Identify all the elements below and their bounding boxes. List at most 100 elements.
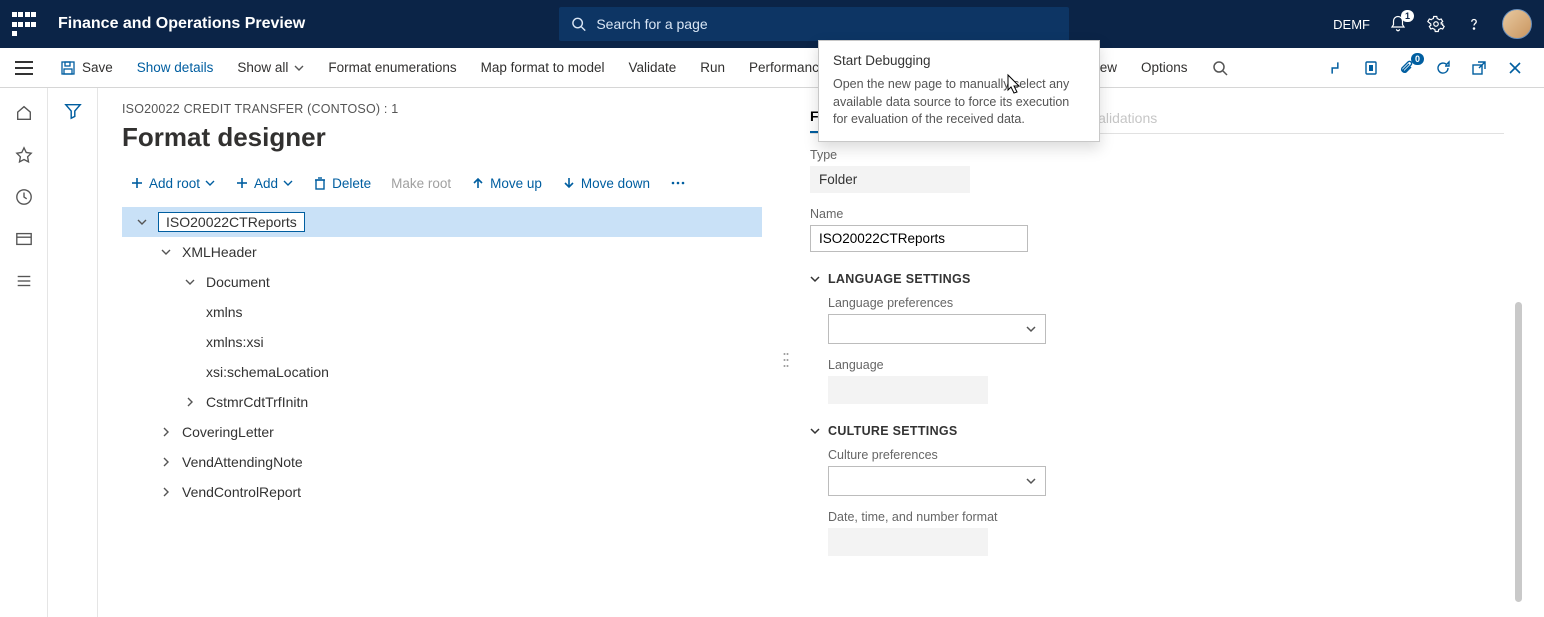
filter-icon[interactable] [64,102,82,617]
link-icon[interactable] [1324,57,1346,79]
toolbar-search-button[interactable] [1200,48,1240,88]
format-enumerations-button[interactable]: Format enumerations [316,48,468,88]
language-settings-header[interactable]: LANGUAGE SETTINGS [810,272,1504,286]
search-icon [571,16,586,32]
tree-node-label: xsi:schemaLocation [206,364,329,380]
search-icon [1212,60,1228,76]
settings-icon[interactable] [1426,14,1446,34]
attachment-count-badge: 0 [1411,53,1424,65]
date-format-value [828,528,988,556]
name-input[interactable] [810,225,1028,252]
collapse-icon[interactable] [158,244,174,260]
type-label: Type [810,148,1504,162]
tree-node-label: CstmrCdtTrfInitn [206,394,308,410]
breadcrumb: ISO20022 CREDIT TRANSFER (CONTOSO) : 1 [122,102,762,116]
save-icon [60,60,76,76]
tree-node[interactable]: xsi:schemaLocation [122,357,762,387]
notification-badge: 1 [1401,10,1414,22]
tree-node-label: ISO20022CTReports [158,212,305,232]
popout-icon[interactable] [1468,57,1490,79]
validate-button[interactable]: Validate [616,48,688,88]
tree-node[interactable]: XMLHeader [122,237,762,267]
chevron-down-icon [294,63,304,73]
main-area: ISO20022 CREDIT TRANSFER (CONTOSO) : 1 F… [98,88,1544,617]
move-down-button[interactable]: Move down [554,172,658,195]
tree-node-label: VendControlReport [182,484,301,500]
tree-node[interactable]: CstmrCdtTrfInitn [122,387,762,417]
nav-toggle-icon[interactable] [15,61,33,75]
tooltip-body: Open the new page to manually select any… [833,76,1085,129]
format-tree: ISO20022CTReports XMLHeader Document xml… [122,207,762,507]
collapse-icon [810,426,820,436]
map-format-to-model-button[interactable]: Map format to model [469,48,617,88]
tree-node-label: CoveringLetter [182,424,274,440]
collapse-icon [810,274,820,284]
chevron-down-icon [205,178,215,188]
tooltip-title: Start Debugging [833,53,1085,68]
close-icon[interactable] [1504,57,1526,79]
refresh-icon[interactable] [1432,57,1454,79]
office-icon[interactable] [1360,57,1382,79]
delete-button[interactable]: Delete [305,172,379,195]
help-icon[interactable] [1464,14,1484,34]
home-icon[interactable] [13,102,35,124]
options-button[interactable]: Options [1129,48,1200,88]
trash-icon [313,176,327,190]
filter-column [48,88,98,617]
attachments-icon[interactable]: 0 [1396,57,1418,79]
tree-node[interactable]: Document [122,267,762,297]
name-label: Name [810,207,1504,221]
recent-icon[interactable] [13,186,35,208]
global-header: Finance and Operations Preview DEMF 1 [0,0,1544,48]
search-input[interactable] [596,16,1057,32]
tree-node-label: XMLHeader [182,244,257,260]
splitter-handle[interactable] [782,102,790,617]
chevron-down-icon [1025,475,1037,487]
culture-settings-header[interactable]: CULTURE SETTINGS [810,424,1504,438]
scrollbar[interactable] [1515,302,1522,602]
company-selector[interactable]: DEMF [1333,17,1370,32]
favorites-icon[interactable] [13,144,35,166]
content-area: ISO20022 CREDIT TRANSFER (CONTOSO) : 1 F… [0,88,1544,617]
notifications-icon[interactable]: 1 [1388,14,1408,34]
user-avatar[interactable] [1502,9,1532,39]
more-actions-button[interactable] [662,171,694,195]
right-pane: Format Mapping Transformations Validatio… [810,102,1524,617]
show-details-button[interactable]: Show details [125,48,226,88]
expand-icon[interactable] [158,424,174,440]
expand-icon[interactable] [158,484,174,500]
add-root-button[interactable]: Add root [122,172,223,195]
tree-node[interactable]: CoveringLetter [122,417,762,447]
app-title: Finance and Operations Preview [58,15,305,33]
language-preferences-select[interactable] [828,314,1046,344]
left-nav-rail [0,88,48,617]
start-debugging-tooltip: Start Debugging Open the new page to man… [818,40,1100,142]
culture-preferences-select[interactable] [828,466,1046,496]
language-value [828,376,988,404]
tree-node-root[interactable]: ISO20022CTReports [122,207,762,237]
expand-icon[interactable] [158,454,174,470]
page-title: Format designer [122,122,762,153]
tree-node[interactable]: xmlns:xsi [122,327,762,357]
tree-actions: Add root Add Delete Make root Move up [122,171,762,195]
tree-node[interactable]: VendControlReport [122,477,762,507]
run-button[interactable]: Run [688,48,737,88]
show-all-button[interactable]: Show all [225,48,316,88]
global-search[interactable] [559,7,1069,41]
expand-icon[interactable] [182,394,198,410]
modules-icon[interactable] [13,270,35,292]
action-toolbar: Save Show details Show all Format enumer… [0,48,1544,88]
tree-node[interactable]: VendAttendingNote [122,447,762,477]
chevron-down-icon [283,178,293,188]
workspaces-icon[interactable] [13,228,35,250]
save-button[interactable]: Save [48,48,125,88]
add-button[interactable]: Add [227,172,301,195]
collapse-icon[interactable] [134,214,150,230]
tree-node-label: Document [206,274,270,290]
tree-node-label: xmlns [206,304,243,320]
app-launcher-icon[interactable] [12,12,36,36]
ellipsis-icon [670,175,686,191]
move-up-button[interactable]: Move up [463,172,550,195]
tree-node[interactable]: xmlns [122,297,762,327]
collapse-icon[interactable] [182,274,198,290]
